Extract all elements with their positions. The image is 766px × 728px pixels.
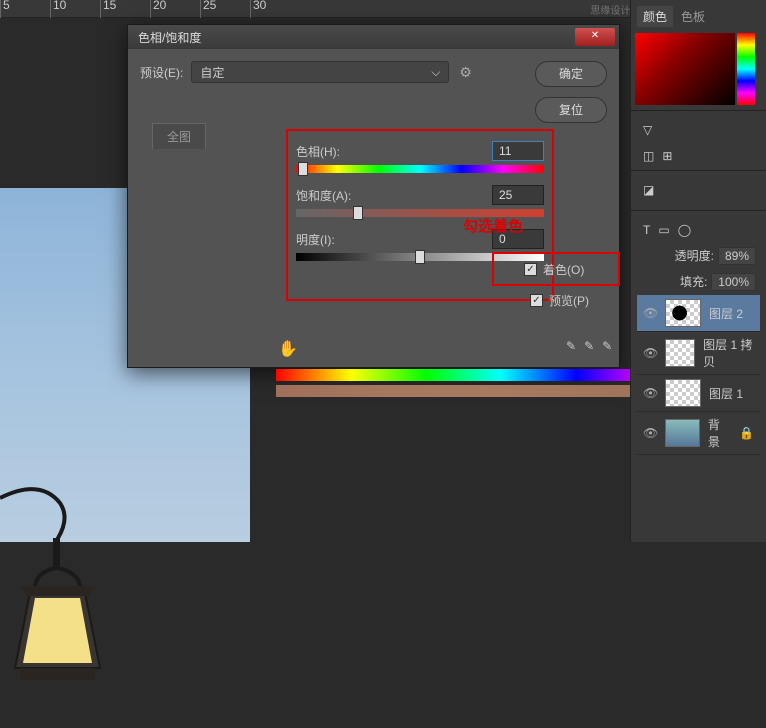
- preview-checkbox[interactable]: ✓: [530, 294, 543, 307]
- opacity-value[interactable]: 89%: [718, 247, 756, 265]
- layer-thumb: [665, 339, 695, 367]
- layer-name: 背景: [708, 416, 731, 450]
- layer-thumb: [665, 299, 701, 327]
- tab-master[interactable]: 全图: [152, 123, 206, 149]
- layer-thumb: [665, 379, 701, 407]
- lock-icon[interactable]: 🔒: [739, 426, 754, 440]
- slider-thumb[interactable]: [353, 206, 363, 220]
- circle-icon[interactable]: ◯: [678, 223, 691, 237]
- visibility-icon[interactable]: 👁: [643, 386, 657, 400]
- hue-slider[interactable]: [296, 165, 544, 173]
- slider-thumb[interactable]: [415, 250, 425, 264]
- layer-name: 图层 2: [709, 305, 743, 322]
- thumbnail-icon[interactable]: ◫: [643, 149, 654, 163]
- gear-icon[interactable]: ⚙: [459, 64, 472, 81]
- preset-label: 预设(E):: [140, 64, 183, 81]
- layer-row[interactable]: 👁 图层 1 拷贝: [637, 332, 760, 375]
- layer-row[interactable]: 👁 图层 2: [637, 295, 760, 332]
- layer-row[interactable]: 👁 图层 1: [637, 375, 760, 412]
- colorize-checkbox[interactable]: ✓: [524, 263, 537, 276]
- reset-button[interactable]: 复位: [535, 97, 607, 123]
- hue-input[interactable]: 11: [492, 141, 544, 161]
- visibility-icon[interactable]: 👁: [643, 346, 657, 360]
- eyedropper-subtract-icon[interactable]: ✎: [602, 339, 612, 353]
- fill-value[interactable]: 100%: [711, 273, 756, 291]
- hand-tool-icon[interactable]: ✋: [278, 339, 298, 359]
- visibility-icon[interactable]: 👁: [643, 306, 657, 320]
- tab-swatches[interactable]: 色板: [675, 6, 711, 27]
- fill-label: 填充:: [680, 273, 707, 291]
- preview-label: 预览(P): [549, 292, 589, 309]
- opacity-label: 透明度:: [675, 247, 714, 265]
- hue-label: 色相(H):: [296, 143, 376, 160]
- layer-thumb: [665, 419, 700, 447]
- ok-button[interactable]: 确定: [535, 61, 607, 87]
- layer-name: 图层 1 拷贝: [703, 336, 754, 370]
- lamp-image: [0, 468, 150, 728]
- visibility-icon[interactable]: 👁: [643, 426, 657, 440]
- tab-color[interactable]: 颜色: [637, 6, 673, 27]
- filter-icon[interactable]: ▽: [643, 123, 652, 137]
- text-icon[interactable]: T: [643, 223, 650, 237]
- dialog-title: 色相/饱和度: [138, 29, 201, 46]
- colorize-highlight-box: ✓ 着色(O): [492, 252, 620, 286]
- lightness-label: 明度(I):: [296, 231, 376, 248]
- layer-name: 图层 1: [709, 385, 743, 402]
- annotation-text: 勾选着色: [463, 215, 523, 236]
- color-picker-field[interactable]: [635, 33, 735, 105]
- slider-thumb[interactable]: [298, 162, 308, 176]
- hue-strip[interactable]: [737, 33, 755, 105]
- colorize-label: 着色(O): [543, 261, 584, 278]
- grid-icon[interactable]: ⊞: [662, 149, 672, 163]
- saturation-label: 饱和度(A):: [296, 187, 376, 204]
- saturation-input[interactable]: 25: [492, 185, 544, 205]
- eyedropper-add-icon[interactable]: ✎: [584, 339, 594, 353]
- eyedropper-icon[interactable]: ✎: [566, 339, 576, 353]
- color-panel: 颜色 色板: [631, 0, 766, 110]
- hue-saturation-dialog: 色相/饱和度 ✕ 预设(E): 自定 ⌵ ⚙ 确定 复位 全图 色相(H): 1…: [127, 24, 620, 368]
- layer-row[interactable]: 👁 背景 🔒: [637, 412, 760, 455]
- dialog-titlebar[interactable]: 色相/饱和度 ✕: [128, 25, 619, 49]
- preset-dropdown[interactable]: 自定 ⌵: [191, 61, 449, 83]
- chevron-down-icon: ⌵: [431, 65, 440, 80]
- close-button[interactable]: ✕: [575, 28, 615, 46]
- rect-icon[interactable]: ▭: [658, 223, 669, 237]
- right-panels: 颜色 色板 ▽ ◫ ⊞ ◪ T ▭ ◯ 透明度: 89% 填充:: [630, 0, 766, 542]
- eyedropper-tools: ✎ ✎ ✎: [566, 339, 612, 353]
- color-chip-icon[interactable]: ◪: [643, 183, 654, 197]
